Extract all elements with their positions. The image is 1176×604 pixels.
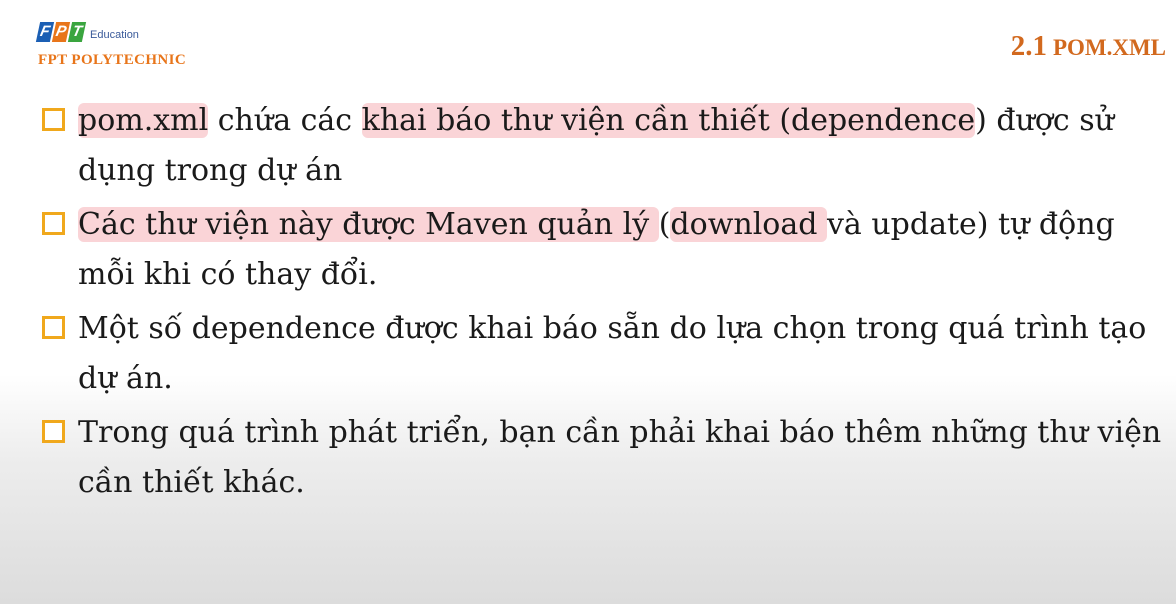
highlighted-text: pom.xml [78,103,209,138]
brand-name: FPT POLYTECHNIC [38,52,187,68]
bullet-item: Một số dependence được khai báo sẵn do l… [40,304,1165,404]
section-name: POM.XML [1052,35,1166,60]
bullet-text: Một số dependence được khai báo sẵn do l… [78,311,1146,396]
section-title: 2.1 POM.XML [1011,30,1166,63]
logo-letter-t: T [67,22,87,42]
bullet-item: Trong quá trình phát triển, bạn cần phải… [40,408,1165,508]
bullet-text: Trong quá trình phát triển, bạn cần phải… [78,415,1161,500]
logo-sub-label: Education [90,29,139,41]
logo-mark: F P T Education [35,16,228,42]
text-segment: Trong quá trình phát triển, bạn cần phải… [78,415,1162,500]
bullet-list: pom.xml chứa các khai báo thư viện cần t… [40,96,1165,512]
checkbox-bullet-icon [42,212,65,235]
highlighted-text: Các thư viện này được Maven quản lý [78,207,659,242]
text-segment: chứa các [208,103,362,138]
checkbox-bullet-icon [42,420,65,443]
text-segment: Một số dependence được khai báo sẵn do l… [78,311,1147,396]
bullet-item: Các thư viện này được Maven quản lý (dow… [40,200,1165,300]
bullet-text: Các thư viện này được Maven quản lý (dow… [78,207,1115,292]
checkbox-bullet-icon [42,316,65,339]
checkbox-bullet-icon [42,108,65,131]
logo-letter-boxes: F P T [35,22,87,42]
text-segment: ( [658,207,671,242]
fpt-logo: F P T Education FPT POLYTECHNIC [35,16,228,76]
bullet-text: pom.xml chứa các khai báo thư viện cần t… [78,103,1114,188]
bullet-item: pom.xml chứa các khai báo thư viện cần t… [40,96,1165,196]
section-number: 2.1 [1010,30,1047,62]
highlighted-text: khai báo thư viện cần thiết (dependence [361,103,976,138]
highlighted-text: download [670,207,827,242]
